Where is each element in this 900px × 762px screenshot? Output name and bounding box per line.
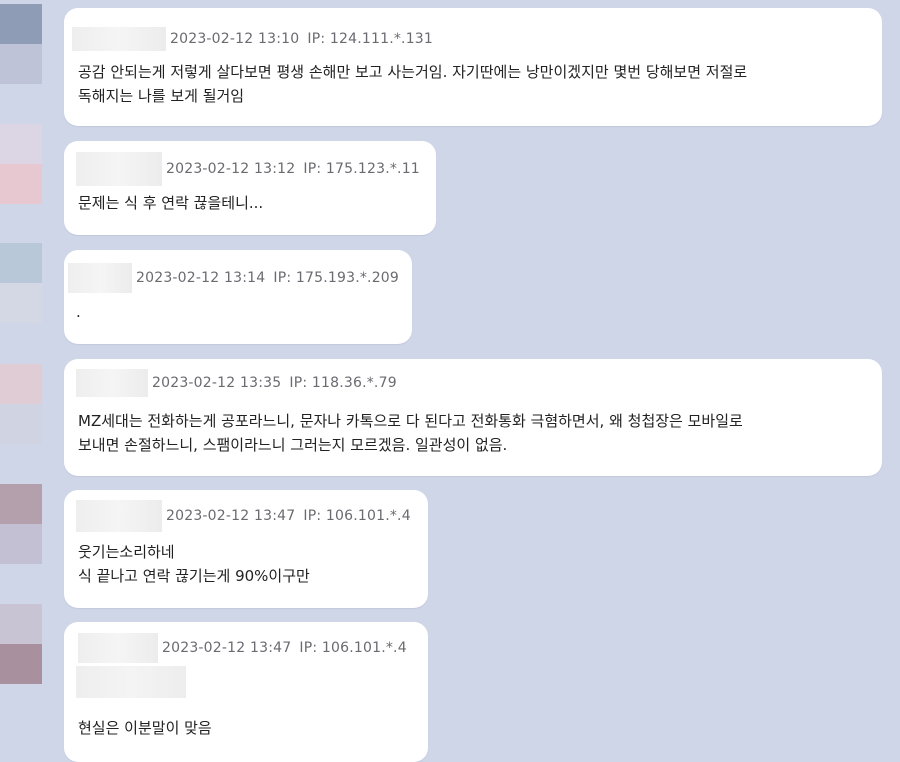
comment-ip: IP: 124.111.*.131 xyxy=(307,31,434,47)
comment-timestamp: 2023-02-12 13:14 xyxy=(136,270,266,286)
comment-ip: IP: 106.101.*.4 xyxy=(303,508,411,524)
blurred-username xyxy=(78,633,158,663)
comment-bubble: 2023-02-12 13:35 IP: 118.36.*.79 MZ세대는 전… xyxy=(64,359,882,476)
avatar xyxy=(0,124,42,204)
comment-timestamp: 2023-02-12 13:47 xyxy=(166,508,296,524)
comment-meta: 2023-02-12 13:14 IP: 175.193.*.209 xyxy=(68,263,400,293)
comment-meta: 2023-02-12 13:35 IP: 118.36.*.79 xyxy=(76,369,397,397)
comment-ip: IP: 106.101.*.4 xyxy=(299,640,407,656)
comment-meta: 2023-02-12 13:47 IP: 106.101.*.4 xyxy=(78,633,407,663)
avatar xyxy=(0,484,42,564)
blurred-username xyxy=(68,263,132,293)
comment-timestamp: 2023-02-12 13:35 xyxy=(152,375,282,391)
comment-timestamp: 2023-02-12 13:47 xyxy=(162,640,292,656)
comment-meta: 2023-02-12 13:47 IP: 106.101.*.4 xyxy=(76,500,411,532)
comment-ip: IP: 175.123.*.11 xyxy=(303,161,420,177)
comment-timestamp: 2023-02-12 13:12 xyxy=(166,161,296,177)
comment-meta: 2023-02-12 13:12 IP: 175.123.*.11 xyxy=(76,152,420,186)
comment-timestamp: 2023-02-12 13:10 xyxy=(170,31,300,47)
comment-text: 문제는 식 후 연락 끊을테니... xyxy=(78,194,264,212)
comment-bubble: 2023-02-12 13:47 IP: 106.101.*.4 웃기는소리하네… xyxy=(64,490,428,608)
comment-text: 현실은 이분말이 맞음 xyxy=(78,719,212,737)
avatar xyxy=(0,604,42,684)
comment-bubble: 2023-02-12 13:14 IP: 175.193.*.209 . xyxy=(64,250,412,344)
comment-meta: 2023-02-12 13:10 IP: 124.111.*.131 xyxy=(72,27,433,51)
blurred-username-overflow xyxy=(76,666,186,698)
avatar xyxy=(0,4,42,84)
avatar xyxy=(0,364,42,444)
comment-text: MZ세대는 전화하는게 공포라느니, 문자나 카톡으로 다 된다고 전화통화 극… xyxy=(78,412,743,454)
blurred-username xyxy=(72,27,166,51)
comment-bubble: 2023-02-12 13:47 IP: 106.101.*.4 현실은 이분말… xyxy=(64,622,428,762)
avatar xyxy=(0,243,42,323)
comment-text: . xyxy=(76,303,81,321)
blurred-username xyxy=(76,369,148,397)
blurred-username xyxy=(76,500,162,532)
blurred-username xyxy=(76,152,162,186)
comment-ip: IP: 175.193.*.209 xyxy=(273,270,400,286)
comment-text: 웃기는소리하네 식 끝나고 연락 끊기는게 90%이구만 xyxy=(78,543,310,585)
comment-bubble: 2023-02-12 13:10 IP: 124.111.*.131 공감 안되… xyxy=(64,8,882,126)
comment-ip: IP: 118.36.*.79 xyxy=(289,375,397,391)
comment-text: 공감 안되는게 저렇게 살다보면 평생 손해만 보고 사는거임. 자기딴에는 낭… xyxy=(78,63,748,105)
comment-bubble: 2023-02-12 13:12 IP: 175.123.*.11 문제는 식 … xyxy=(64,141,436,235)
